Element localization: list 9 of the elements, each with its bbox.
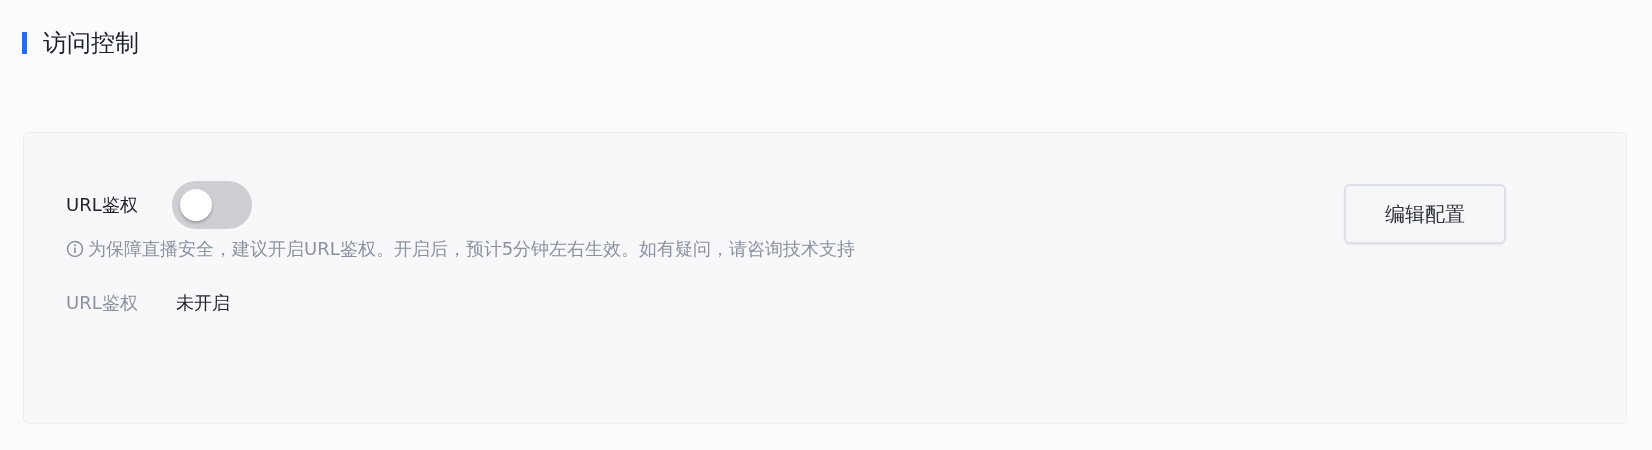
info-icon (66, 240, 84, 258)
toggle-switch[interactable] (171, 181, 252, 229)
section-title: 访问控制 (43, 27, 139, 59)
edit-config-button[interactable]: 编辑配置 (1344, 184, 1506, 244)
toggle-label: URL鉴权 (66, 193, 138, 217)
accent-bar (22, 31, 27, 54)
hint-text: 为保障直播安全，建议开启URL鉴权。开启后，预计5分钟左右生效。如有疑问，请咨询技术支持 (88, 237, 856, 261)
detail-label: URL鉴权 (66, 291, 138, 315)
detail-value: 未开启 (175, 291, 230, 315)
